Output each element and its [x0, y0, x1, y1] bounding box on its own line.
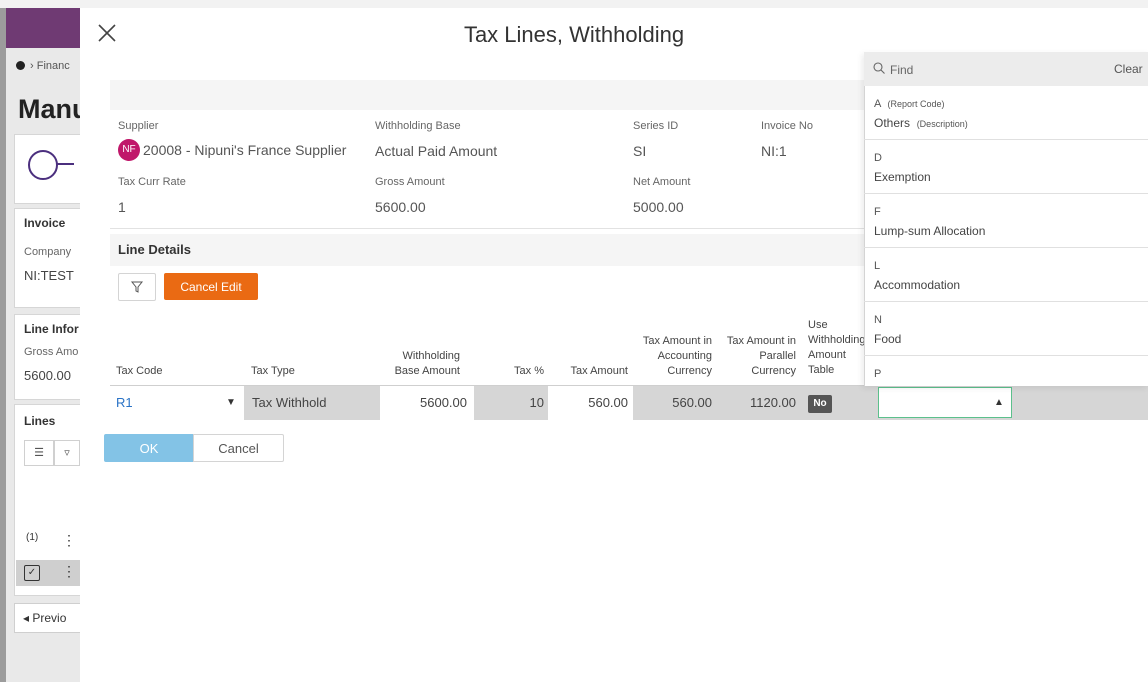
- page-title: Manu: [18, 94, 89, 124]
- tax-pct-cell: 10: [529, 395, 544, 410]
- col-header-tax-type[interactable]: Tax Type: [251, 364, 295, 379]
- net-amount-label: Net Amount: [633, 176, 691, 188]
- list-view-button[interactable]: ☰: [24, 440, 54, 466]
- filter-button-bg[interactable]: ▿: [54, 440, 80, 466]
- tax-curr-rate-label: Tax Curr Rate: [118, 176, 186, 188]
- tax-amount-input[interactable]: 560.00: [548, 386, 633, 420]
- tax-code-cell[interactable]: R1 ▼: [110, 386, 244, 420]
- cancel-edit-button[interactable]: Cancel Edit: [164, 273, 258, 300]
- use-table-toggle[interactable]: No: [808, 395, 832, 413]
- filter-button[interactable]: [118, 273, 156, 301]
- header-toolbar: [110, 80, 864, 110]
- report-code-tag: (Report Code): [887, 99, 945, 109]
- series-id-value: SI: [633, 143, 647, 159]
- lookup-option[interactable]: A (Report Code) Others (Description): [864, 86, 1148, 140]
- lookup-option[interactable]: F Lump-sum Allocation: [864, 194, 1148, 248]
- option-description: Others: [874, 116, 911, 130]
- lines-heading: Lines: [24, 414, 56, 428]
- option-code: L: [874, 260, 881, 272]
- gross-amount-label: Gross Amo: [24, 346, 79, 358]
- option-description: Food: [874, 332, 902, 346]
- supplier-value[interactable]: NF 20008 - Nipuni's France Supplier: [118, 139, 346, 161]
- ok-button[interactable]: OK: [104, 434, 194, 462]
- more-options-icon[interactable]: ⋮: [62, 532, 76, 549]
- dialog-title: Tax Lines, Withholding: [463, 22, 685, 47]
- breadcrumb[interactable]: › Financ: [16, 60, 70, 72]
- invoice-no-value: NI:1: [761, 143, 787, 159]
- withholding-base-value: Actual Paid Amount: [375, 143, 498, 159]
- col-header-use-withholding-table[interactable]: Use Withholding Amount Table: [808, 318, 864, 378]
- lookup-option[interactable]: L Accommodation: [864, 248, 1148, 302]
- option-description-row: Others (Description): [874, 116, 968, 130]
- option-code: P: [874, 368, 882, 380]
- chevron-down-icon[interactable]: ▼: [226, 386, 236, 420]
- tax-code-link[interactable]: R1: [110, 395, 133, 410]
- avatar: NF: [118, 139, 140, 161]
- process-step-icon: [28, 150, 58, 180]
- col-header-withholding-base[interactable]: Withholding Base Amount: [370, 349, 460, 379]
- cancel-button[interactable]: Cancel: [193, 434, 284, 462]
- supplier-label: Supplier: [118, 120, 159, 132]
- divider: [110, 228, 864, 229]
- chevron-up-icon[interactable]: ▲: [986, 387, 1012, 418]
- tax-curr-rate-value: 1: [118, 199, 126, 215]
- tax-amount-accounting-cell: 560.00: [672, 395, 712, 410]
- option-description: Lump-sum Allocation: [874, 224, 986, 238]
- line-details-title: Line Details: [118, 242, 191, 257]
- filter-icon: [130, 281, 144, 293]
- description-tag: (Description): [916, 119, 968, 129]
- gross-amount-label: Gross Amount: [375, 176, 445, 188]
- company-label: Company: [24, 246, 72, 258]
- selection-count: (1): [26, 532, 39, 543]
- lookup-option[interactable]: P: [864, 356, 1148, 386]
- checkbox-icon[interactable]: ✓: [24, 565, 40, 581]
- col-header-tax-code[interactable]: Tax Code: [116, 364, 162, 379]
- company-value: NI:TEST: [24, 268, 74, 283]
- previous-button[interactable]: ◂ Previo: [14, 603, 90, 633]
- line-info-heading: Line Infor: [24, 322, 79, 336]
- invoice-heading: Invoice: [24, 216, 66, 230]
- lookup-option[interactable]: N Food: [864, 302, 1148, 356]
- option-description: Accommodation: [874, 278, 961, 292]
- row-menu-icon[interactable]: ⋮: [62, 563, 76, 580]
- col-header-tax-amount-parallel[interactable]: Tax Amount in Parallel Currency: [714, 334, 796, 379]
- net-amount-value: 5000.00: [633, 199, 684, 215]
- col-header-tax-amount-accounting[interactable]: Tax Amount in Accounting Currency: [628, 334, 712, 379]
- line-details-header: [110, 234, 864, 266]
- gross-amount-value: 5600.00: [375, 199, 426, 215]
- withholding-base-input[interactable]: 5600.00: [380, 386, 474, 420]
- option-description: Exemption: [874, 170, 931, 184]
- lookup-option[interactable]: D Exemption: [864, 140, 1148, 194]
- invoice-no-label: Invoice No: [761, 120, 813, 132]
- find-input[interactable]: [888, 60, 1082, 80]
- option-code: F: [874, 206, 881, 218]
- option-code: D: [874, 152, 882, 164]
- supplier-text: 20008 - Nipuni's France Supplier: [143, 142, 347, 158]
- withholding-base-label: Withholding Base: [375, 120, 461, 132]
- option-code-row: A (Report Code): [874, 98, 945, 110]
- gross-amount-value: 5600.00: [24, 368, 71, 383]
- tax-type-cell: Tax Withhold: [252, 395, 327, 410]
- search-icon: [873, 62, 885, 74]
- breadcrumb-item[interactable]: Financ: [37, 60, 70, 72]
- option-code: A: [874, 98, 882, 110]
- clear-button[interactable]: Clear: [1114, 62, 1143, 76]
- tax-amount-parallel-cell: 1120.00: [749, 395, 796, 410]
- col-header-tax-pct[interactable]: Tax %: [500, 364, 544, 379]
- option-code: N: [874, 314, 882, 326]
- home-icon: [16, 61, 25, 70]
- series-id-label: Series ID: [633, 120, 679, 132]
- col-header-tax-amount[interactable]: Tax Amount: [556, 364, 628, 379]
- process-connector: [56, 163, 74, 165]
